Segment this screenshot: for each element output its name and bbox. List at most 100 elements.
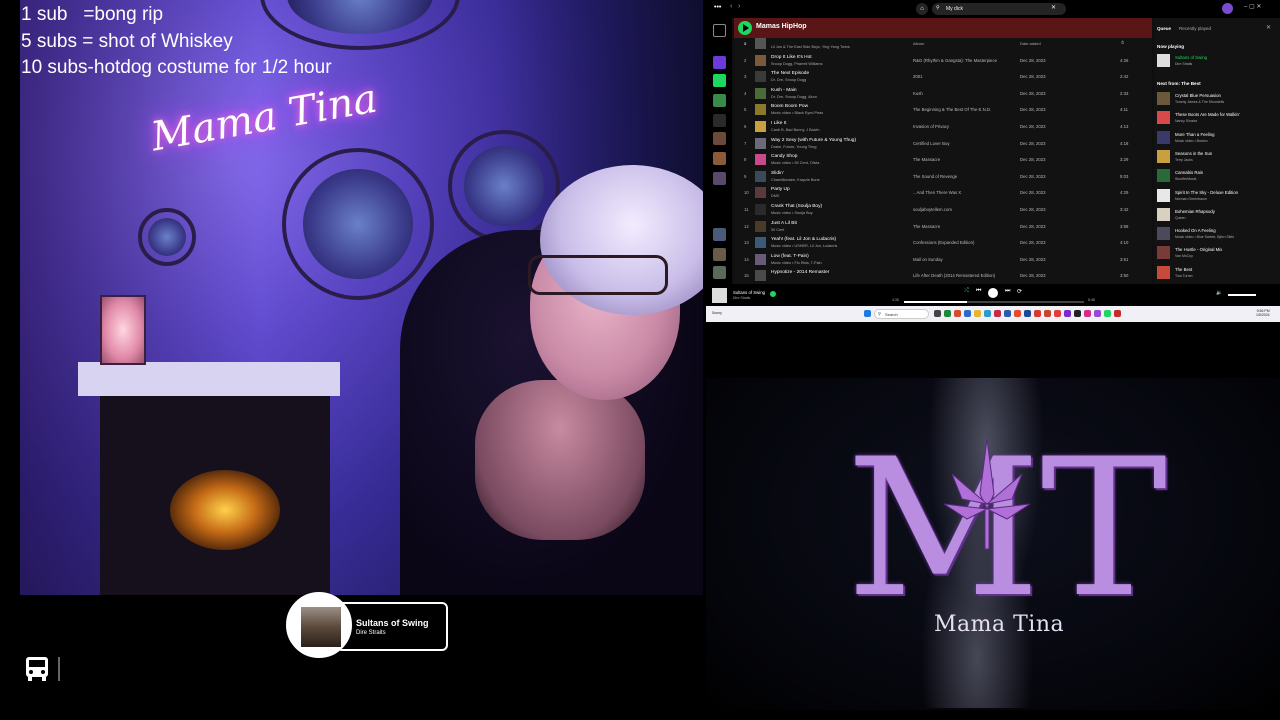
- app-icon[interactable]: [1014, 310, 1021, 317]
- home-icon[interactable]: ⌂: [916, 3, 928, 15]
- app-icon[interactable]: [944, 310, 951, 317]
- track-album-art: [755, 187, 766, 199]
- spotify-icon[interactable]: [1104, 310, 1111, 317]
- album-art: [301, 607, 341, 647]
- repeat-icon[interactable]: ⟳: [1017, 288, 1022, 295]
- queue-now-playing[interactable]: Sultans of Swing Dire Straits: [1157, 52, 1277, 70]
- track-album-art: [755, 54, 766, 66]
- playlist-icon[interactable]: [713, 152, 726, 165]
- app-icon[interactable]: [1004, 310, 1011, 317]
- track-row[interactable]: 10 Party Up DMX ...And Then There Was X Dec …: [734, 184, 1152, 201]
- next-icon[interactable]: ⏭: [1005, 288, 1010, 295]
- app-icon[interactable]: [1074, 310, 1081, 317]
- app-icon[interactable]: [1084, 310, 1091, 317]
- app-icon[interactable]: [1034, 310, 1041, 317]
- back-icon[interactable]: ‹: [730, 3, 732, 10]
- track-row[interactable]: 5 Boom Boom Pow Music video • Black Eyed P…: [734, 101, 1152, 118]
- track-row[interactable]: 1 Lil Jon & The East Side Boyz, Ying Yang…: [734, 35, 1152, 52]
- queue-item[interactable]: Bohemian Rhapsody Queen: [1157, 206, 1277, 224]
- queue-artist: Norman Greenbaum: [1175, 196, 1207, 201]
- app-icon[interactable]: [994, 310, 1001, 317]
- track-duration: 4:13: [1120, 124, 1129, 129]
- chrome-icon[interactable]: [954, 310, 961, 317]
- search-input[interactable]: ⚲ My dick ✕: [932, 3, 1066, 15]
- taskbar-search-placeholder: Search: [885, 312, 898, 317]
- queue-item[interactable]: The Best Tina Turner: [1157, 264, 1277, 282]
- track-album: The Massacre: [913, 157, 941, 163]
- track-row[interactable]: 15 Hypnotize - 2014 Remaster Life After De…: [734, 267, 1152, 284]
- playlist-icon[interactable]: [713, 74, 726, 87]
- taskbar-search[interactable]: ⚲ Search: [874, 309, 929, 319]
- windows-start-icon[interactable]: [864, 310, 871, 317]
- track-row[interactable]: 13 Yeah! (feat. Lil Jon & Ludacris) Music …: [734, 234, 1152, 251]
- progress-bar[interactable]: [904, 300, 1084, 303]
- volume-slider[interactable]: [1228, 294, 1256, 296]
- clear-icon[interactable]: ✕: [1051, 4, 1056, 11]
- app-icon[interactable]: [964, 310, 971, 317]
- playlist-icon[interactable]: [713, 114, 726, 127]
- app-icon[interactable]: [1114, 310, 1121, 317]
- tab-queue[interactable]: Queue: [1157, 26, 1171, 31]
- queue-item[interactable]: Crystal Blue Persuasion Tommy James & The…: [1157, 90, 1277, 108]
- queue-title: Hooked On A Feeling: [1175, 228, 1216, 234]
- track-row[interactable]: 9 Slidin' Chamillionaire, Krayzie Bone The …: [734, 168, 1152, 185]
- playlist-icon[interactable]: [713, 94, 726, 107]
- track-row[interactable]: 3 The Next Episode Dr. Dre, Snoop Dogg 2001…: [734, 68, 1152, 85]
- track-row[interactable]: 7 Way 2 Sexy (with Future & Young Thug) Dr…: [734, 135, 1152, 152]
- playlist-icon[interactable]: [713, 172, 726, 185]
- forward-icon[interactable]: ›: [738, 3, 740, 10]
- library-icon[interactable]: [713, 24, 726, 37]
- track-row[interactable]: 2 Drop It Like It's Hot Snoop Dogg, Pharre…: [734, 52, 1152, 69]
- play-button[interactable]: [738, 21, 752, 35]
- saved-check-icon[interactable]: [770, 291, 776, 297]
- album-art: [1157, 130, 1170, 144]
- volume-icon[interactable]: 🔉: [1216, 290, 1222, 296]
- queue-item[interactable]: These Boots Are Made for Walkin' Nancy Si…: [1157, 109, 1277, 127]
- previous-icon[interactable]: ⏮: [976, 288, 981, 295]
- track-album-art: [755, 154, 766, 166]
- queue-item[interactable]: Seasons in the Sun Terry Jacks: [1157, 148, 1277, 166]
- mantel-shelf: [78, 362, 340, 396]
- track-album-art: [755, 253, 766, 265]
- bus-icon: [26, 657, 48, 681]
- playlist-icon[interactable]: [713, 132, 726, 145]
- app-icon[interactable]: [1064, 310, 1071, 317]
- track-row[interactable]: 12 Just A Lil Bit 50 Cent The Massacre Dec 2…: [734, 218, 1152, 235]
- avatar[interactable]: [1222, 3, 1233, 14]
- app-icon[interactable]: [1044, 310, 1051, 317]
- playlist-icon[interactable]: [713, 228, 726, 241]
- playlist-icon[interactable]: [713, 248, 726, 261]
- taskbar-clock[interactable]: 9:56 PM 1/5/2024: [1256, 309, 1270, 317]
- liked-songs-icon[interactable]: [713, 56, 726, 69]
- queue-item[interactable]: Hooked On A Feeling Music video • Blue Sw…: [1157, 225, 1277, 243]
- track-title: Hypnotize - 2014 Remaster: [771, 270, 830, 276]
- queue-item[interactable]: Cannabis Rain StoufferMusik: [1157, 167, 1277, 185]
- more-icon[interactable]: •••: [714, 4, 721, 11]
- track-row[interactable]: 8 Candy Shop Music video • 50 Cent, Olivia…: [734, 151, 1152, 168]
- app-icon[interactable]: [1054, 310, 1061, 317]
- pause-button[interactable]: [988, 288, 998, 298]
- track-album-art: [755, 71, 766, 83]
- track-row[interactable]: 4 Kush - Main Dr. Dre, Snoop Dogg, Akon Kus…: [734, 85, 1152, 102]
- shuffle-icon[interactable]: ⤮: [964, 288, 969, 295]
- close-icon[interactable]: ✕: [1266, 24, 1271, 31]
- app-icon[interactable]: [984, 310, 991, 317]
- windows-taskbar: ⚲ Search Sunny 9:56 PM 1/5/2024: [706, 306, 1280, 322]
- app-icon[interactable]: [934, 310, 941, 317]
- queue-item[interactable]: The Hustle - Original Mix Van McCoy: [1157, 244, 1277, 262]
- track-row[interactable]: 14 Low (feat. T-Pain) Music video • Flo Ri…: [734, 251, 1152, 268]
- weather-widget[interactable]: Sunny: [712, 311, 722, 315]
- track-album-art: [755, 170, 766, 182]
- track-row[interactable]: 6 I Like It Cardi B, Bad Bunny, J Balvin In…: [734, 118, 1152, 135]
- queue-item[interactable]: More Than a Feeling Music video • Boston: [1157, 129, 1277, 147]
- playlist-icon[interactable]: [713, 266, 726, 279]
- track-duration: 3:50: [1120, 273, 1129, 279]
- player-album-art: [712, 288, 727, 303]
- track-row[interactable]: 11 Crank That (Soulja Boy) Music video • S…: [734, 201, 1152, 218]
- tab-recently-played[interactable]: Recently played: [1179, 26, 1211, 31]
- app-icon[interactable]: [1024, 310, 1031, 317]
- queue-item[interactable]: Spirit In The Sky - Deluxe Edition Norman…: [1157, 187, 1277, 205]
- track-date-added: Dec 28, 2023: [1020, 157, 1046, 163]
- app-icon[interactable]: [1094, 310, 1101, 317]
- folder-icon[interactable]: [974, 310, 981, 317]
